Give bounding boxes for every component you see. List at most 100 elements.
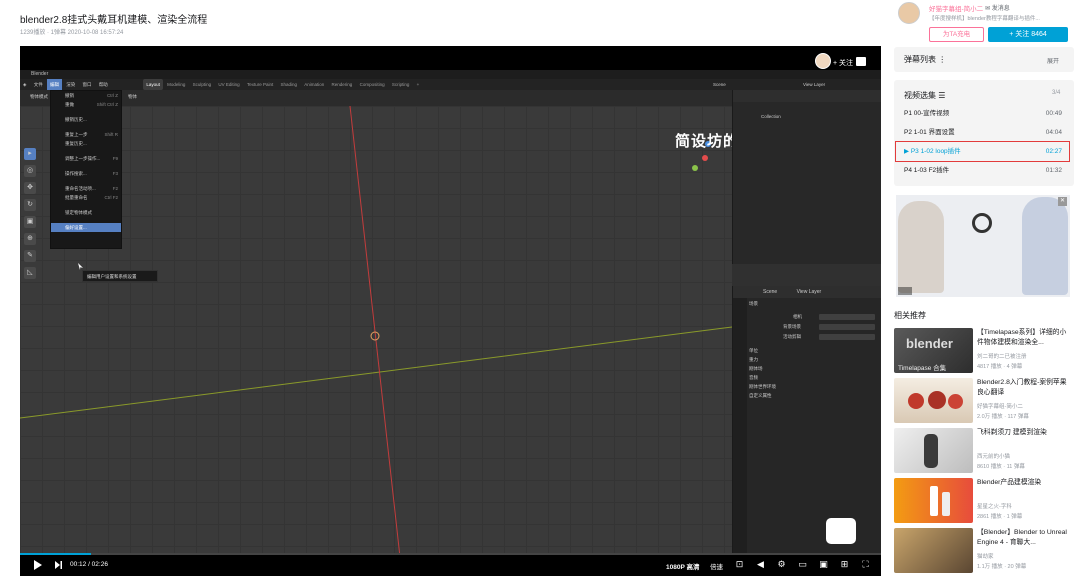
menu-window[interactable]: 窗口 [80,79,95,90]
measure-tool-icon[interactable]: ◺ [24,267,36,279]
video-player[interactable]: + 关注 Blender ◈ 文件 编辑 渲染 窗口 帮助 Layout Mod… [20,46,881,576]
send-message-link[interactable]: ✉ 发消息 [985,3,1010,12]
widescreen-icon[interactable]: ▣ [818,559,829,570]
object-menu[interactable]: 物体 [128,94,137,100]
playlist-item[interactable]: P4 1-03 F2插件 01:32 [904,165,1062,177]
follow-button[interactable]: + 关注 8464 [988,27,1068,42]
recommend-title-text[interactable]: Blender产品建模渲染 [977,478,1072,488]
menu-edit[interactable]: 编辑 [47,79,62,90]
overlay-avatar[interactable] [815,53,831,69]
workspace-tab-layout[interactable]: Layout [143,79,163,90]
props-view-layer-label[interactable]: View Layer [797,289,822,295]
workspace-add-button[interactable]: + [414,79,423,90]
recommend-uploader[interactable]: 猫劫家 [977,552,994,560]
menu-item-undo[interactable]: 撤销 Ctrl Z [51,91,121,100]
danmaku-expand-button[interactable]: 展开 [1047,56,1059,65]
props-active-clip-field[interactable] [819,334,875,340]
overlay-follow-button[interactable]: + 关注 [833,58,853,68]
recommend-title-text[interactable]: Blender2.8入门教程-案例苹果 良心翻译 [977,378,1072,398]
workspace-tab-sculpting[interactable]: Sculpting [190,79,215,90]
menu-help[interactable]: 帮助 [96,79,111,90]
select-tool-icon[interactable]: ▸ [24,148,36,160]
menu-item-redo[interactable]: 重做 Shift Ctrl Z [51,100,121,109]
recommend-item[interactable]: 飞科剃须刀 建模到渲染 西元前的小猫 8610 播放 · 11 弹幕 [894,428,1072,476]
props-section-custom-props[interactable]: 自定义属性 [749,393,772,399]
props-section-rigidbody-field[interactable]: 刚体场 [749,366,763,372]
transform-tool-icon[interactable]: ⊕ [24,233,36,245]
gizmo-x-icon[interactable] [702,155,708,161]
props-scene-label[interactable]: Scene [763,289,777,295]
settings-icon[interactable]: ⚙ [776,559,787,570]
workspace-tab-animation[interactable]: Animation [301,79,327,90]
props-section-gravity[interactable]: 重力 [749,357,758,363]
workspace-tab-texture-paint[interactable]: Texture Paint [244,79,276,90]
next-episode-icon[interactable] [55,561,62,569]
workspace-tab-rendering[interactable]: Rendering [329,79,356,90]
recommend-thumbnail[interactable]: blender Timelapase 合集 [894,328,973,373]
recommend-item[interactable]: Blender产品建模渲染 星星之火-字科 2861 播放 · 1 弹幕 [894,478,1072,526]
recommend-uploader[interactable]: 西元前的小猫 [977,452,1010,460]
recommend-title-text[interactable]: 【Timelapase系列】详细的小件物体建模和渲染全... [977,328,1072,348]
cursor-tool-icon[interactable]: ◎ [24,165,36,177]
workspace-tab-modeling[interactable]: Modeling [164,79,188,90]
volume-icon[interactable]: ◀ [755,559,766,570]
recommend-item[interactable]: blender Timelapase 合集 【Timelapase系列】详细的小… [894,328,1072,376]
properties-tabs[interactable] [733,298,747,557]
workspace-tab-uv-editing[interactable]: UV Editing [215,79,242,90]
recommend-thumbnail[interactable] [894,528,973,573]
3d-viewport[interactable]: ▸ ◎ ✥ ↻ ▣ ⊕ ✎ ◺ 简设坊的简小二 bilibili [20,106,732,557]
outliner-collection-row[interactable]: Collection [733,112,881,121]
props-camera-field[interactable] [819,314,875,320]
menu-item-adjust-last[interactable]: 调整上一步操作... F9 [51,154,121,163]
annotate-tool-icon[interactable]: ✎ [24,250,36,262]
close-icon[interactable]: ✕ [1058,197,1067,206]
speed-selector[interactable]: 倍速 [710,561,723,571]
recommend-thumbnail[interactable] [894,378,973,423]
menu-item-operator-search[interactable]: 操作搜索... F3 [51,169,121,178]
recommend-uploader[interactable]: 刘二哥的二已被注册 [977,352,1027,360]
web-fullscreen-icon[interactable]: ⊞ [839,559,850,570]
fullscreen-icon[interactable]: ⛶ [860,559,871,570]
bilibili-tv-icon[interactable] [826,518,856,544]
subtitle-icon[interactable]: ⊡ [734,559,745,570]
menu-item-batch-rename[interactable]: 批量重命名 Ctrl F2 [51,193,121,202]
recommend-item[interactable]: Blender2.8入门教程-案例苹果 良心翻译 好猫字幕组-简小二 2.0万 … [894,378,1072,426]
menu-item-undo-history[interactable]: 撤销历史... [51,115,121,124]
menu-item-repeat-last[interactable]: 重复上一步 Shift R [51,130,121,139]
overlay-more-icon[interactable] [856,57,866,66]
recommend-item[interactable]: 【Blender】Blender to Unreal Engine 4 - 育聯… [894,528,1072,576]
workspace-tab-shading[interactable]: Shading [277,79,300,90]
recommend-uploader[interactable]: 好猫字幕组-简小二 [977,402,1023,410]
menu-item-repeat-history[interactable]: 重复历史... [51,139,121,148]
uploader-name[interactable]: 好猫字幕组-简小二 [929,3,983,13]
play-icon[interactable] [34,560,42,570]
object-mode-dropdown[interactable]: 物体模式 [30,94,48,100]
menu-item-lock-object-modes[interactable]: 锁定物体模式 [51,208,121,217]
recommend-thumbnail[interactable] [894,478,973,523]
playlist-item[interactable]: P1 00-宣传视频 00:49 [904,108,1062,120]
rotate-tool-icon[interactable]: ↻ [24,199,36,211]
props-bg-scene-field[interactable] [819,324,875,330]
props-section-scene[interactable]: 场景 [749,301,758,307]
menu-render[interactable]: 渲染 [63,79,78,90]
menu-item-preferences[interactable]: 偏好设置... [51,223,121,232]
danmaku-list-title[interactable]: 弹幕列表 ⋮ [904,54,946,65]
recommend-title-text[interactable]: 【Blender】Blender to Unreal Engine 4 - 育聯… [977,528,1072,548]
workspace-tab-compositing[interactable]: Compositing [357,79,388,90]
scene-selector[interactable]: Scene [710,79,729,90]
props-section-audio[interactable]: 音频 [749,375,758,381]
quality-selector[interactable]: 1080P 高清 [666,561,699,571]
playlist-item[interactable]: P2 1-01 界面设置 04:04 [904,127,1062,139]
props-section-units[interactable]: 单位 [749,348,758,354]
view-layer-selector[interactable]: View Layer [800,79,828,90]
scale-tool-icon[interactable]: ▣ [24,216,36,228]
menu-item-rename-active[interactable]: 重命名活动项... F2 [51,184,121,193]
charge-button[interactable]: 为TA充电 [929,27,984,42]
pip-icon[interactable]: ▭ [797,559,808,570]
workspace-tab-scripting[interactable]: Scripting [389,79,413,90]
props-section-rigidbody-world[interactable]: 刚体世界环境 [749,384,776,390]
menu-file[interactable]: 文件 [31,79,46,90]
uploader-avatar[interactable] [898,2,920,24]
recommend-title-text[interactable]: 飞科剃须刀 建模到渲染 [977,428,1072,438]
gizmo-y-icon[interactable] [692,165,698,171]
